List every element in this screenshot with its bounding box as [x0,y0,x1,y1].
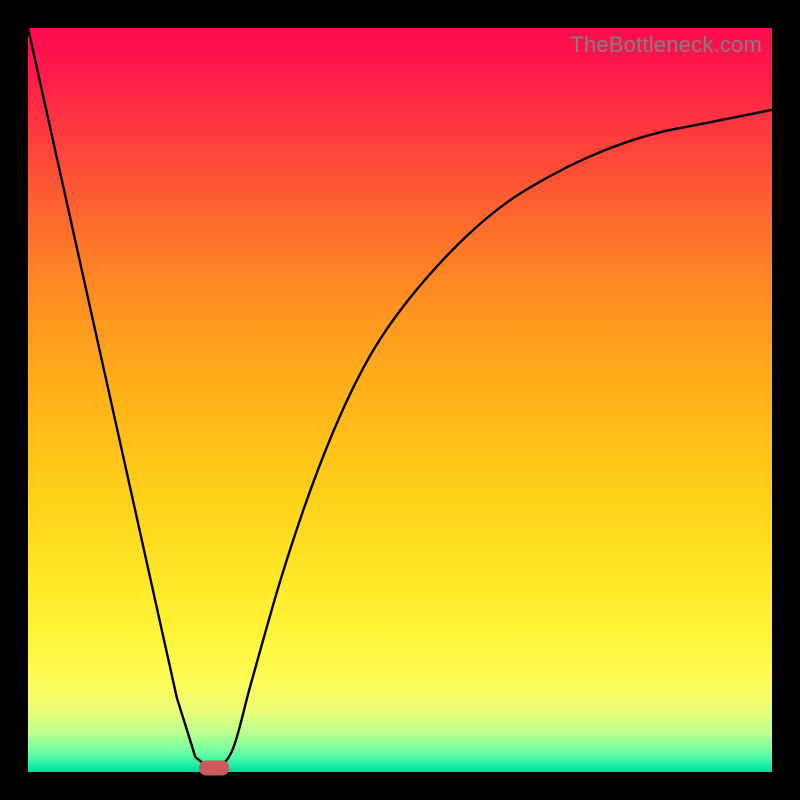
chart-frame: TheBottleneck.com [0,0,800,800]
bottleneck-curve [28,28,772,772]
plot-area: TheBottleneck.com [28,28,772,772]
min-marker [199,761,229,776]
